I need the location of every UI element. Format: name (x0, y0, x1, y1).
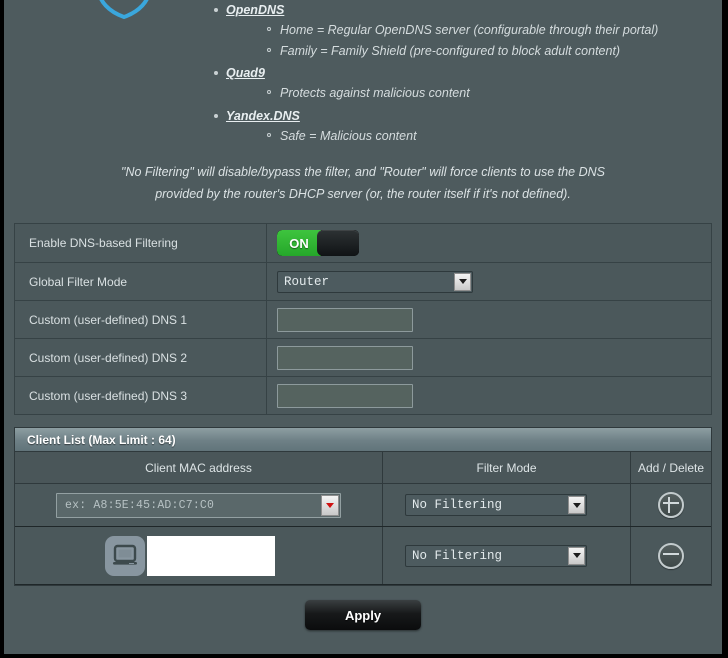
bullet-icon (214, 113, 218, 118)
value-custom-dns-2 (267, 340, 711, 376)
computer-icon-glyph (112, 544, 137, 565)
value-custom-dns-1 (267, 302, 711, 338)
client-mac-input[interactable] (56, 492, 341, 518)
filter-mode-note: "No Filtering" will disable/bypass the f… (4, 145, 722, 223)
apply-button[interactable]: Apply (305, 600, 421, 630)
provider-link-yandex[interactable]: Yandex.DNS (226, 109, 300, 123)
bullet-ring-icon (267, 132, 271, 137)
bullet-ring-icon (267, 90, 271, 94)
delete-client-button[interactable] (658, 542, 684, 569)
label-custom-dns-3: Custom (user-defined) DNS 3 (15, 377, 267, 414)
note-line-1: "No Filtering" will disable/bypass the f… (121, 165, 605, 179)
apply-area: Apply (14, 600, 712, 648)
column-header-action: Add / Delete (637, 460, 705, 475)
column-header-mode: Filter Mode (383, 452, 631, 483)
bullet-ring-icon (267, 47, 271, 52)
dns-filter-page: OpenDNS Home = Regular OpenDNS server (c… (0, 0, 728, 658)
enable-filtering-toggle[interactable]: ON (277, 230, 359, 256)
custom-dns-2-input[interactable] (277, 345, 413, 370)
provider-link-quad9[interactable]: Quad9 (226, 66, 265, 80)
provider-details-opendns: Home = Regular OpenDNS server (configura… (226, 20, 712, 61)
provider-detail: Safe = Malicious content (266, 126, 712, 146)
new-row-mac-cell (15, 484, 383, 526)
provider-detail-text: Protects against malicious content (280, 86, 470, 100)
label-enable-filtering: Enable DNS-based Filtering (15, 224, 267, 262)
provider-help-section: OpenDNS Home = Regular OpenDNS server (c… (4, 0, 722, 145)
client-row-filter-mode-wrap: No FilteringRouterOpenDNS HomeOpenDNS Fa… (405, 544, 587, 567)
provider-item-yandex: Yandex.DNS Safe = Malicious content Fami… (212, 106, 712, 146)
client-row-filter-mode-select[interactable]: No FilteringRouterOpenDNS HomeOpenDNS Fa… (405, 544, 587, 567)
label-custom-dns-1: Custom (user-defined) DNS 1 (15, 301, 267, 338)
new-row-filter-mode-select[interactable]: No FilteringRouterOpenDNS HomeOpenDNS Fa… (405, 494, 587, 516)
client-row-mode-cell: No FilteringRouterOpenDNS HomeOpenDNS Fa… (383, 527, 631, 584)
provider-list: OpenDNS Home = Regular OpenDNS server (c… (14, 0, 712, 145)
provider-item-opendns: OpenDNS Home = Regular OpenDNS server (c… (212, 0, 712, 61)
row-enable-filtering: Enable DNS-based Filtering ON (15, 224, 711, 263)
dns-settings-table: Enable DNS-based Filtering ON Global Fil… (14, 223, 712, 415)
row-custom-dns-3: Custom (user-defined) DNS 3 (15, 377, 711, 415)
provider-item-quad9: Quad9 Protects against malicious content (212, 63, 712, 104)
client-row-action-cell (631, 527, 711, 584)
client-list-title: Client List (Max Limit : 64) (15, 428, 711, 452)
row-custom-dns-1: Custom (user-defined) DNS 1 (15, 301, 711, 339)
value-custom-dns-3 (267, 378, 711, 414)
client-list-new-row: No FilteringRouterOpenDNS HomeOpenDNS Fa… (15, 484, 711, 527)
note-line-2: provided by the router's DHCP server (or… (155, 187, 571, 201)
row-global-filter-mode: Global Filter Mode No FilteringRouterOpe… (15, 263, 711, 301)
toggle-knob (317, 230, 359, 256)
value-enable-filtering: ON (267, 224, 711, 262)
toggle-on-label: ON (277, 230, 321, 256)
new-row-filter-mode-wrap: No FilteringRouterOpenDNS HomeOpenDNS Fa… (405, 494, 587, 516)
custom-dns-3-input[interactable] (277, 383, 413, 408)
computer-icon (104, 535, 145, 576)
provider-detail-text: Family = Family Shield (pre-configured t… (280, 43, 621, 58)
client-list-header-row: Client MAC address Filter Mode Add / Del… (15, 452, 711, 484)
row-custom-dns-2: Custom (user-defined) DNS 2 (15, 339, 711, 377)
provider-link-opendns[interactable]: OpenDNS (226, 3, 284, 17)
label-custom-dns-2: Custom (user-defined) DNS 2 (15, 339, 267, 376)
label-global-filter-mode: Global Filter Mode (15, 263, 267, 300)
client-row-device-cell (15, 527, 383, 584)
value-global-filter-mode: No FilteringRouterOpenDNS HomeOpenDNS Fa… (267, 265, 711, 299)
provider-detail: Family = Family Shield (pre-configured t… (266, 41, 712, 62)
provider-detail-text: Safe = Malicious content (280, 128, 417, 143)
new-row-action-cell (631, 484, 711, 526)
provider-details-yandex: Safe = Malicious content Family = Malici… (226, 126, 712, 146)
client-list-panel: Client List (Max Limit : 64) Client MAC … (14, 427, 712, 586)
provider-detail: Home = Regular OpenDNS server (configura… (266, 20, 712, 41)
device-cell (104, 535, 275, 576)
provider-details-quad9: Protects against malicious content (226, 83, 712, 104)
new-row-mode-cell: No FilteringRouterOpenDNS HomeOpenDNS Fa… (383, 484, 631, 526)
global-filter-mode-select[interactable]: No FilteringRouterOpenDNS HomeOpenDNS Fa… (277, 270, 473, 293)
provider-detail-text: Home = Regular OpenDNS server (configura… (280, 23, 659, 37)
bullet-ring-icon (267, 27, 271, 31)
add-client-button[interactable] (658, 492, 684, 518)
custom-dns-1-input[interactable] (277, 307, 413, 332)
global-filter-mode-wrap: No FilteringRouterOpenDNS HomeOpenDNS Fa… (277, 270, 473, 293)
bullet-icon (214, 71, 218, 75)
provider-detail: Protects against malicious content (266, 83, 712, 104)
mac-input-wrap (56, 492, 341, 518)
shield-icon (99, 0, 149, 20)
table-row: No FilteringRouterOpenDNS HomeOpenDNS Fa… (15, 527, 711, 585)
client-name-input[interactable] (146, 535, 275, 576)
column-header-mac: Client MAC address (15, 452, 383, 483)
bullet-icon (214, 8, 218, 12)
